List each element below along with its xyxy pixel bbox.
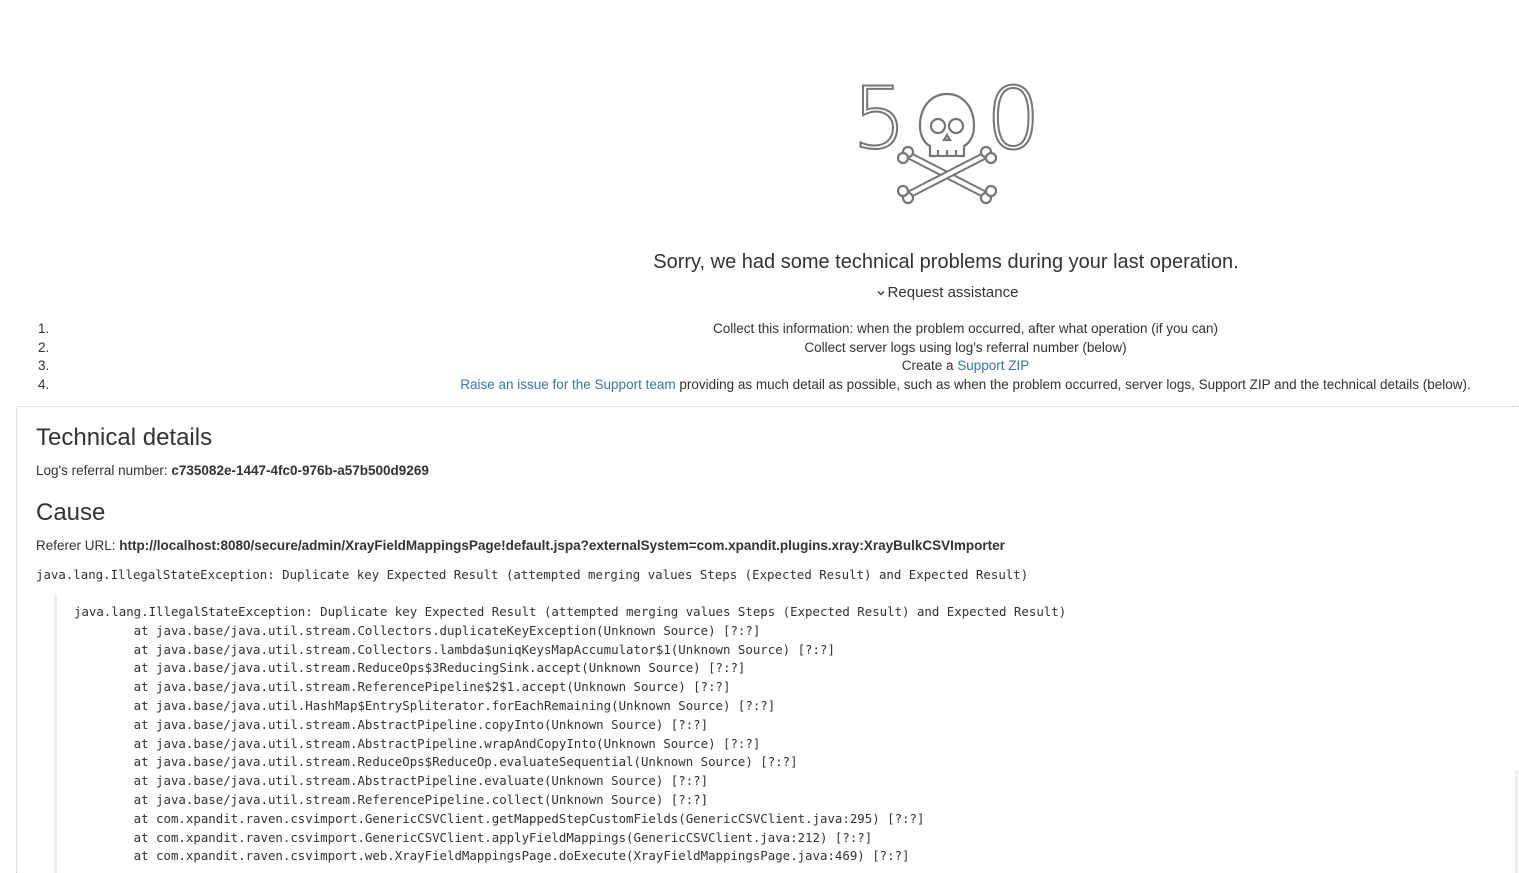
step-text: Create a Support ZIP [0, 357, 1519, 376]
referer-value: http://localhost:8080/secure/admin/XrayF… [119, 538, 1005, 553]
error-500-graphic: 5 0 [852, 78, 1042, 205]
step-text-suffix: providing as much detail as possible, su… [675, 377, 1471, 393]
request-assistance-toggle[interactable]: Request assistance [0, 284, 1519, 301]
chevron-down-icon [876, 290, 885, 296]
referral-number: Log's referral number: c735082e-1447-4fc… [36, 463, 429, 478]
section-divider [16, 406, 1519, 407]
referral-label: Log's referral number: [36, 463, 172, 478]
step-text: Collect this information: when the probl… [713, 321, 1218, 336]
technical-details-heading: Technical details [36, 424, 213, 451]
step-text-prefix: Create a [901, 358, 958, 374]
assistance-steps-list: 1. Collect this information: when the pr… [0, 320, 1519, 395]
step-text: Raise an issue for the Support team prov… [0, 376, 1519, 395]
list-item: 3. Create a Support ZIP [0, 357, 1519, 376]
error-page: 5 0 Sorry, we had some technical problem… [0, 0, 1519, 873]
list-item: 4. Raise an issue for the Support team p… [0, 376, 1519, 395]
stack-trace-text: java.lang.IllegalStateException: Duplica… [74, 604, 1067, 864]
support-zip-link[interactable]: Support ZIP [957, 358, 1029, 373]
referral-value: c735082e-1447-4fc0-976b-a57b500d9269 [171, 463, 429, 478]
exception-summary: java.lang.IllegalStateException: Duplica… [36, 567, 1029, 582]
step-text: Collect server logs using log's referral… [804, 339, 1127, 355]
referer-url: Referer URL: http://localhost:8080/secur… [36, 538, 1005, 553]
list-item: 2. Collect server logs using log's refer… [0, 339, 1519, 358]
cause-heading: Cause [36, 499, 106, 526]
error-message: Sorry, we had some technical problems du… [653, 251, 1239, 273]
skull-crossbones-icon [896, 92, 998, 205]
referer-label: Referer URL: [36, 538, 120, 553]
request-assistance-label: Request assistance [887, 284, 1019, 301]
scrollbar[interactable] [1515, 770, 1518, 873]
raise-issue-link[interactable]: Raise an issue for the Support team [460, 377, 675, 392]
stack-trace-block[interactable]: java.lang.IllegalStateException: Duplica… [54, 595, 1066, 873]
list-item: 1. Collect this information: when the pr… [0, 320, 1519, 339]
section-left-rule [16, 406, 17, 873]
